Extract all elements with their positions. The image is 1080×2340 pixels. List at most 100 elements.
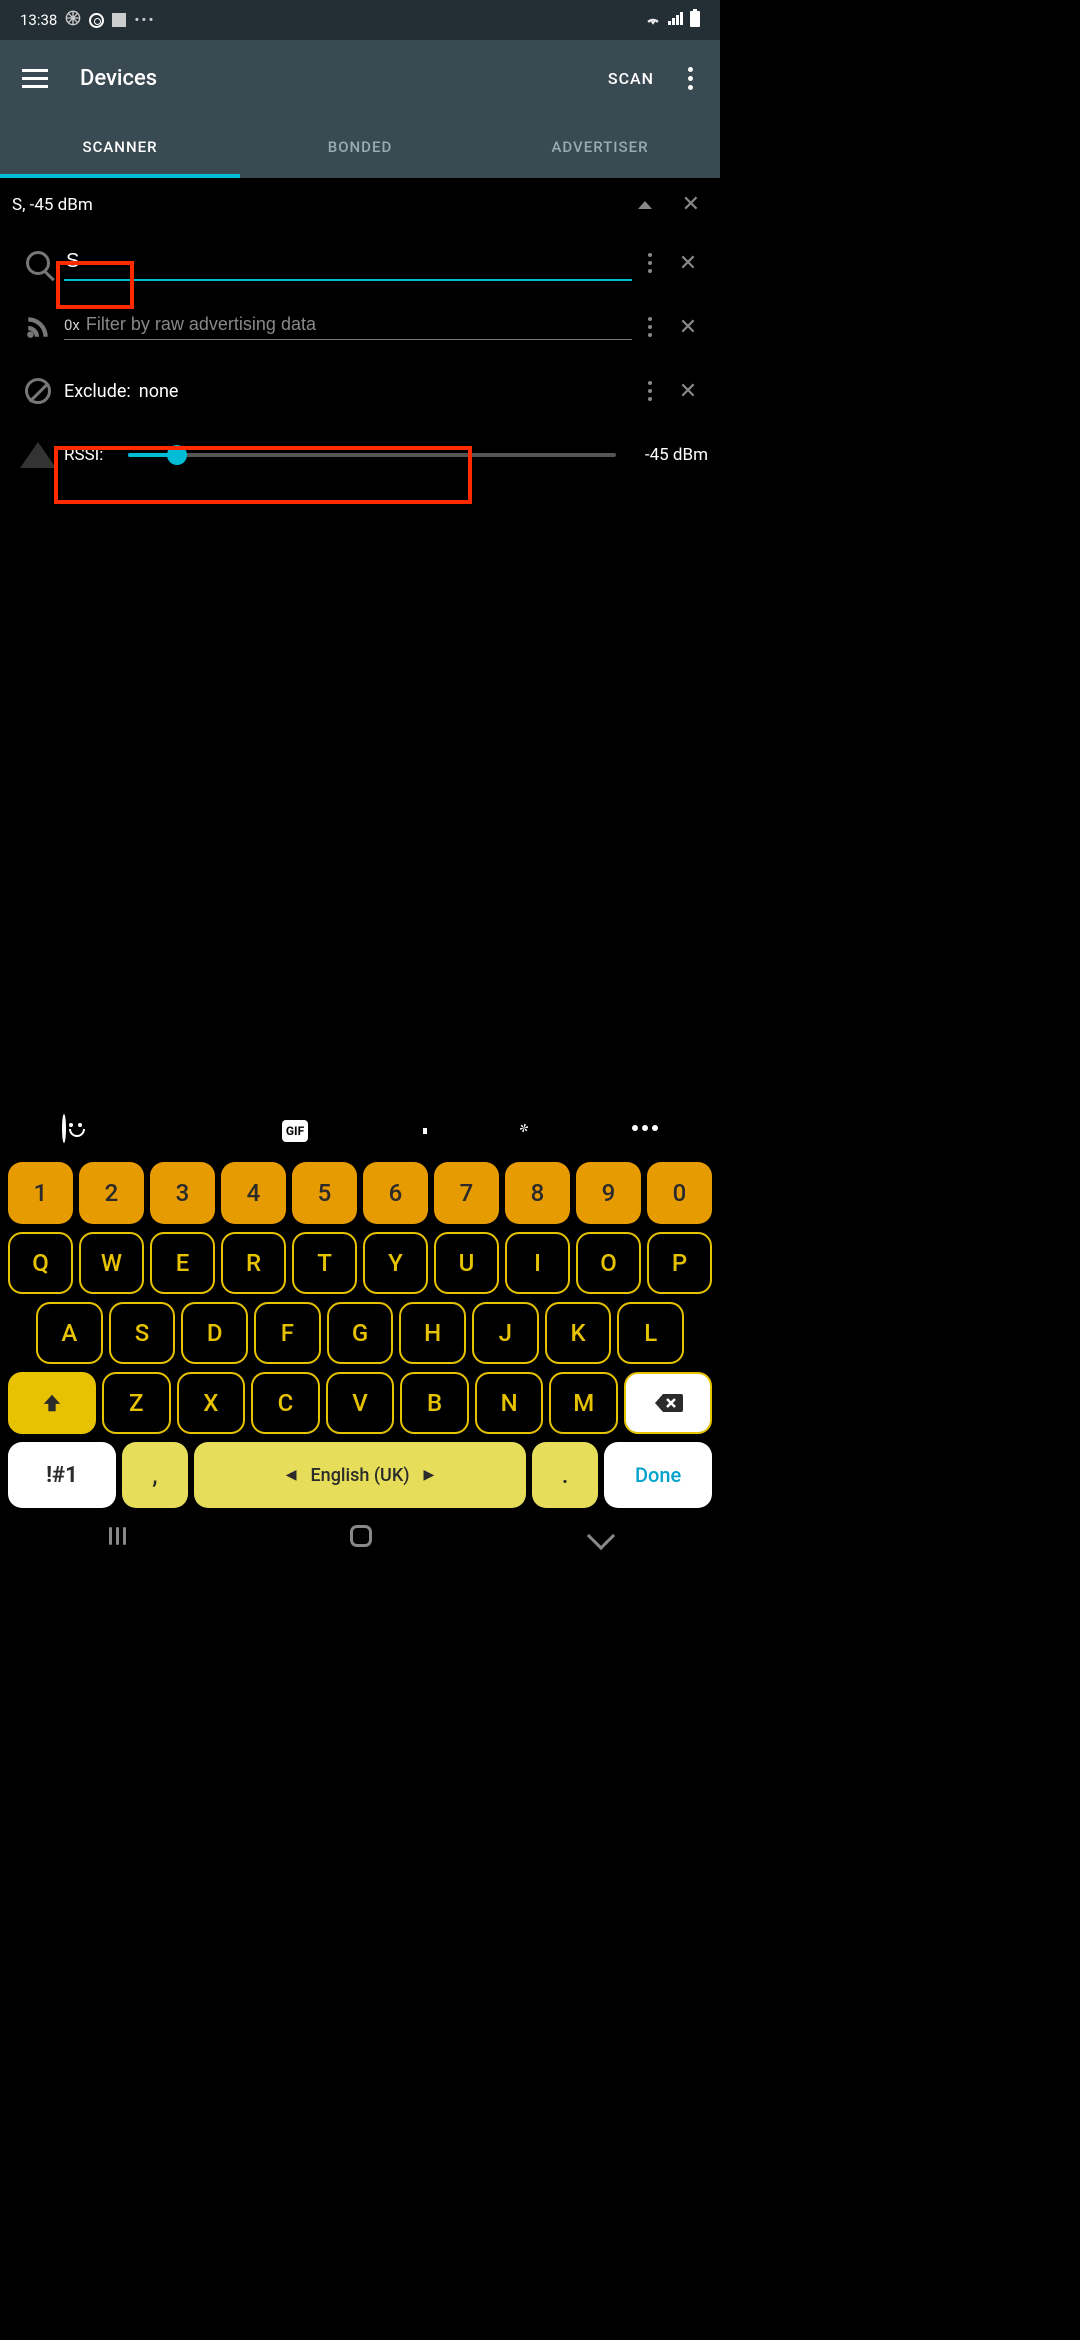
filter-name-clear-icon[interactable]: ✕ [668,251,708,276]
gif-button[interactable]: GIF [282,1116,308,1141]
filter-exclude-row: Exclude: none ✕ [0,359,720,423]
keyboard-row-q: Q W E R T Y U I O P [8,1232,712,1294]
key-space[interactable]: ◀ English (UK) ▶ [194,1442,526,1508]
emoji-button[interactable] [62,1116,66,1141]
app-bar: Devices SCAN SCANNER BONDED ADVERTISER [0,40,720,178]
menu-icon[interactable] [10,69,60,88]
key-9[interactable]: 9 [576,1162,641,1224]
rssi-value: -45 dBm [628,445,708,465]
keyboard-row-a: A S D F G H J K L [8,1302,712,1364]
key-u[interactable]: U [434,1232,499,1294]
key-3[interactable]: 3 [150,1162,215,1224]
battery-icon [690,9,700,31]
filter-summary-row[interactable]: S, -45 dBm ✕ [0,178,720,227]
key-comma[interactable]: , [122,1442,188,1508]
filter-exclude-clear-icon[interactable]: ✕ [668,379,708,404]
filter-panel: ✕ 0x ✕ Exclude: none ✕ RSSI: [0,227,720,505]
filter-name-menu-icon[interactable] [632,253,668,273]
rssi-label: RSSI: [64,445,116,465]
key-w[interactable]: W [79,1232,144,1294]
tab-scanner[interactable]: SCANNER [0,116,240,178]
key-n[interactable]: N [475,1372,544,1434]
key-l[interactable]: L [617,1302,684,1364]
key-2[interactable]: 2 [79,1162,144,1224]
soft-keyboard: GIF 1 2 3 4 5 6 7 8 9 0 Q W E R T Y U I … [0,1092,720,1512]
filter-data-menu-icon[interactable] [632,317,668,337]
key-x[interactable]: X [177,1372,246,1434]
filter-exclude-menu-icon[interactable] [632,381,668,401]
prev-language-icon: ◀ [286,1467,297,1483]
nav-back-button[interactable] [586,1522,614,1550]
hex-prefix-label: 0x [64,316,80,334]
key-a[interactable]: A [36,1302,103,1364]
nav-home-button[interactable] [350,1525,372,1547]
rssi-slider-thumb[interactable] [167,445,187,465]
filter-data-input[interactable] [86,314,632,335]
tab-bonded[interactable]: BONDED [240,116,480,178]
keyboard-row-bottom: !#1 , ◀ English (UK) ▶ . Done [8,1442,712,1508]
keyboard-toolbar: GIF [8,1100,712,1156]
nav-recent-button[interactable] [109,1527,131,1545]
more-notifications-icon: ••• [134,11,155,29]
key-y[interactable]: Y [363,1232,428,1294]
key-v[interactable]: V [326,1372,395,1434]
chrome-icon [89,13,104,28]
tab-advertiser[interactable]: ADVERTISER [480,116,720,178]
key-i[interactable]: I [505,1232,570,1294]
filter-name-input[interactable] [64,246,632,281]
key-symbols[interactable]: !#1 [8,1442,116,1508]
filter-summary-text: S, -45 dBm [12,195,616,215]
key-o[interactable]: O [576,1232,641,1294]
key-8[interactable]: 8 [505,1162,570,1224]
keyboard-row-numbers: 1 2 3 4 5 6 7 8 9 0 [8,1162,712,1224]
key-r[interactable]: R [221,1232,286,1294]
collapse-icon[interactable] [638,201,652,209]
filter-rssi-row: RSSI: -45 dBm [0,423,720,487]
key-d[interactable]: D [181,1302,248,1364]
keyboard-row-z: Z X C V B N M [8,1372,712,1434]
wifi-icon [644,11,662,29]
key-g[interactable]: G [327,1302,394,1364]
key-4[interactable]: 4 [221,1162,286,1224]
key-z[interactable]: Z [102,1372,171,1434]
key-p[interactable]: P [647,1232,712,1294]
exclude-icon [12,378,64,404]
signal-icon [668,11,684,29]
system-nav-bar [0,1512,720,1560]
key-done[interactable]: Done [604,1442,712,1508]
app-title: Devices [80,66,592,91]
rssi-slider[interactable] [128,453,616,457]
key-m[interactable]: M [549,1372,618,1434]
key-period[interactable]: . [532,1442,598,1508]
key-b[interactable]: B [400,1372,469,1434]
tab-bar: SCANNER BONDED ADVERTISER [0,116,720,178]
clear-all-filters-icon[interactable]: ✕ [674,192,708,217]
filter-data-clear-icon[interactable]: ✕ [668,315,708,340]
next-language-icon: ▶ [424,1467,435,1483]
key-h[interactable]: H [399,1302,466,1364]
key-j[interactable]: J [472,1302,539,1364]
key-s[interactable]: S [109,1302,176,1364]
key-backspace[interactable] [624,1372,712,1434]
key-e[interactable]: E [150,1232,215,1294]
key-f[interactable]: F [254,1302,321,1364]
exclude-label: Exclude: [64,381,131,402]
key-c[interactable]: C [251,1372,320,1434]
key-7[interactable]: 7 [434,1162,499,1224]
exclude-value: none [139,381,179,402]
key-5[interactable]: 5 [292,1162,357,1224]
key-shift[interactable] [8,1372,96,1434]
rss-icon [12,314,64,340]
scan-button[interactable]: SCAN [592,69,670,88]
filter-data-row: 0x ✕ [0,295,720,359]
key-q[interactable]: Q [8,1232,73,1294]
key-6[interactable]: 6 [363,1162,428,1224]
keyboard-more-button[interactable] [632,1125,658,1131]
key-t[interactable]: T [292,1232,357,1294]
status-time: 13:38 [20,11,57,29]
more-options-icon[interactable] [670,67,710,90]
signal-strength-icon [12,442,64,468]
key-0[interactable]: 0 [647,1162,712,1224]
key-k[interactable]: K [545,1302,612,1364]
key-1[interactable]: 1 [8,1162,73,1224]
